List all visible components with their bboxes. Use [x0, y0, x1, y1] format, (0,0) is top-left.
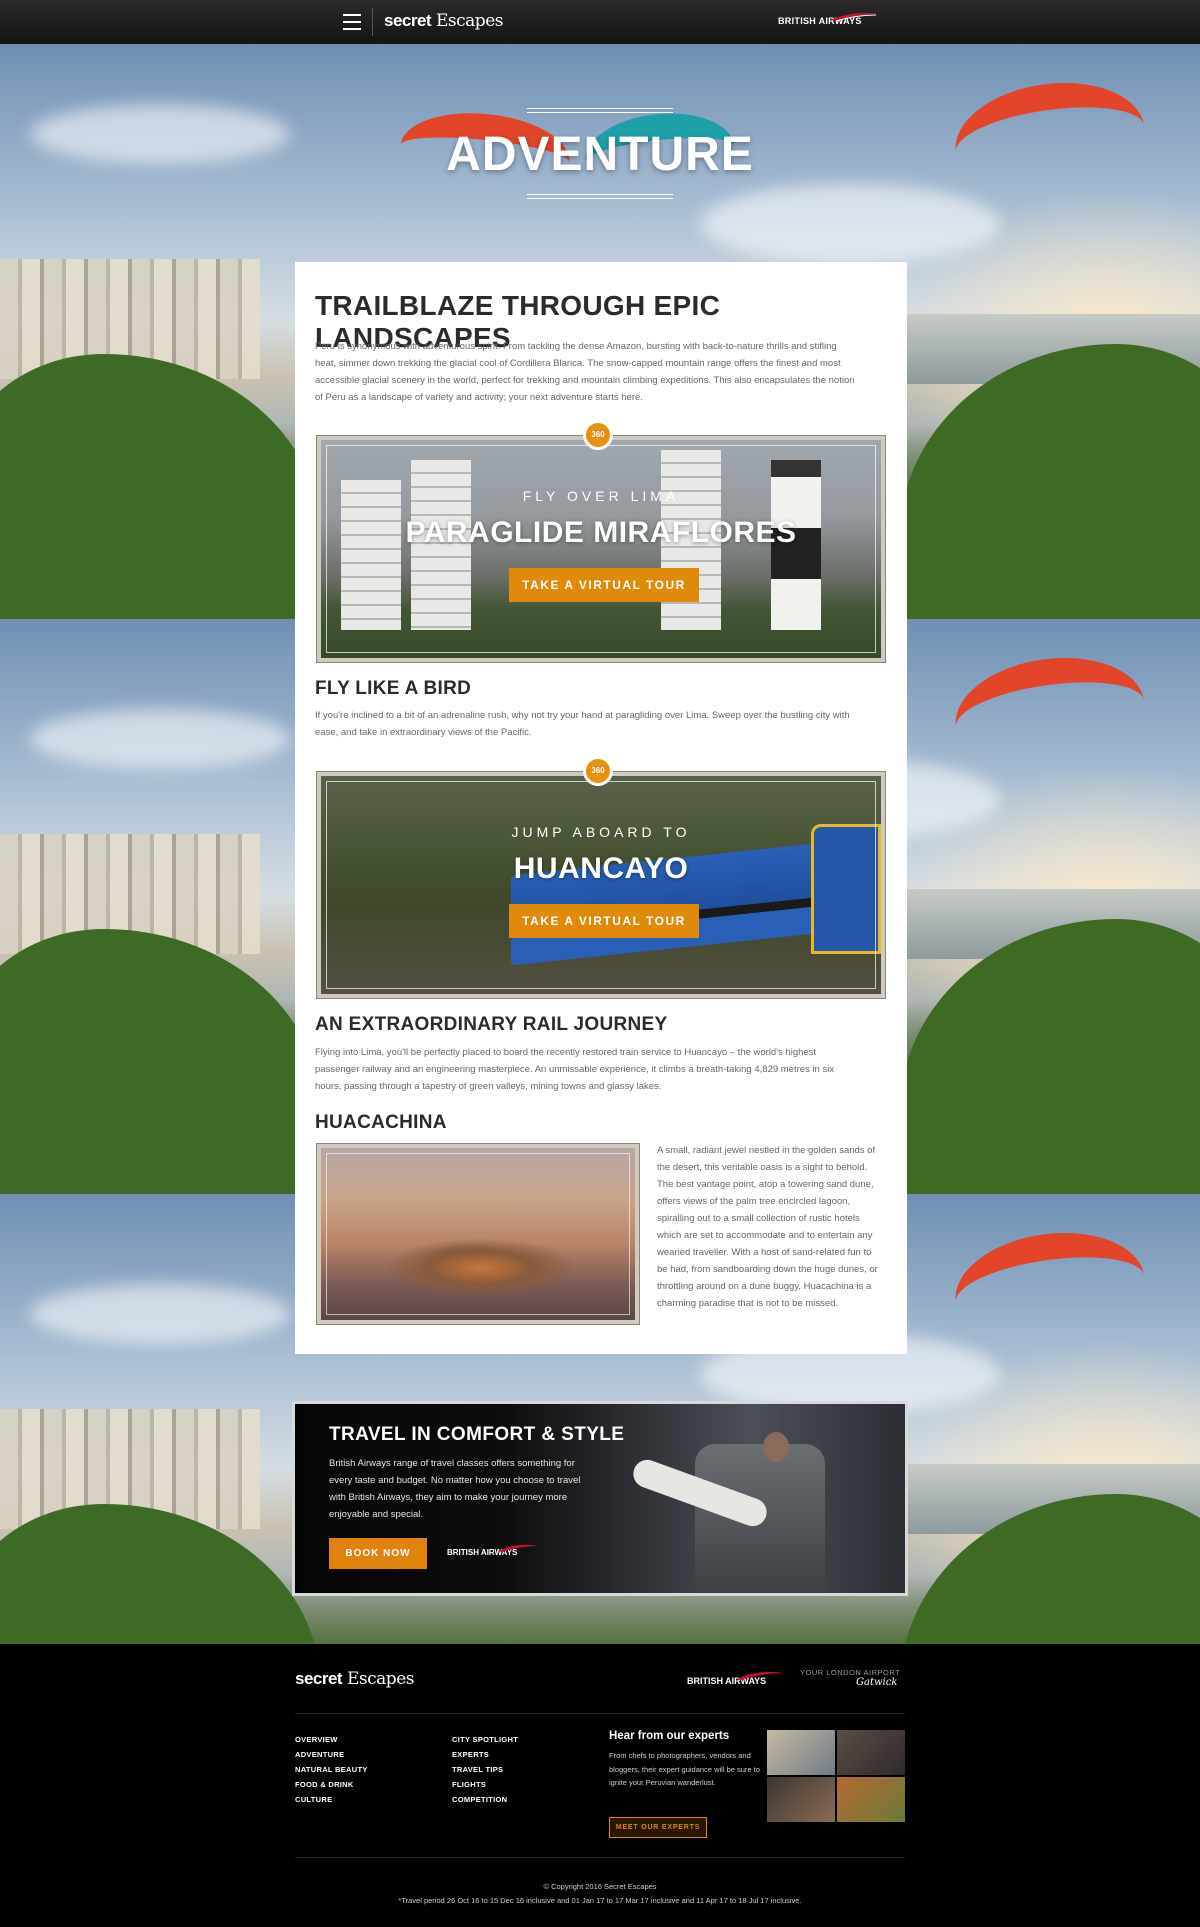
meet-experts-button[interactable]: MEET OUR EXPERTS [609, 1817, 707, 1838]
logo-bold-text: secret [384, 11, 432, 30]
virtual-tour-button[interactable]: TAKE A VIRTUAL TOUR [509, 904, 699, 938]
360-icon: 360 [583, 756, 613, 786]
gatwick-tagline: YOUR LONDON AIRPORT [800, 1668, 901, 1677]
footer-secret-escapes-logo[interactable]: secret Escapes [295, 1669, 414, 1689]
footer-link[interactable]: ADVENTURE [295, 1747, 368, 1762]
comfort-heading: TRAVEL IN COMFORT & STYLE [329, 1424, 625, 1445]
section-text-fly: If you're inclined to a bit of an adrena… [315, 710, 850, 738]
ba-speedmarque-icon [736, 1671, 784, 1680]
expert-photo [766, 1776, 836, 1823]
section-heading-fly: FLY LIKE A BIRD [315, 678, 472, 699]
experts-heading: Hear from our experts [609, 1730, 730, 1742]
passenger-head [763, 1432, 789, 1462]
tour-card-paraglide[interactable]: FLY OVER LIMA PARAGLIDE MIRAFLORES TAKE … [316, 435, 886, 663]
comfort-banner: TRAVEL IN COMFORT & STYLE British Airway… [292, 1401, 908, 1596]
logo-script-text: Escapes [347, 1669, 414, 1689]
footer-link[interactable]: OVERVIEW [295, 1732, 368, 1747]
footer-link[interactable]: CITY SPOTLIGHT [452, 1732, 518, 1747]
section-text-rail: Flying into Lima, you'll be perfectly pl… [315, 1047, 835, 1092]
expert-photo [836, 1776, 906, 1823]
hero-rule-top [527, 108, 673, 113]
footer-link[interactable]: FOOD & DRINK [295, 1777, 368, 1792]
section-text-huacachina: A small, radiant jewel nestled in the go… [657, 1145, 878, 1309]
book-now-button[interactable]: BOOK NOW [329, 1538, 427, 1569]
page-title: ADVENTURE [446, 128, 754, 181]
top-nav-bar: secret Escapes BRITISH AIRWAYS [0, 0, 1200, 44]
travel-period-text: *Travel period 26 Oct 16 to 15 Dec 16 in… [398, 1896, 802, 1905]
footer-link[interactable]: TRAVEL TIPS [452, 1762, 518, 1777]
expert-photo [766, 1729, 836, 1776]
tour-title: HUANCAYO [513, 852, 689, 885]
footer-link[interactable]: COMPETITION [452, 1792, 518, 1807]
logo-bold-text: secret [295, 1669, 343, 1688]
footer-nav-right: CITY SPOTLIGHT EXPERTS TRAVEL TIPS FLIGH… [452, 1732, 518, 1807]
footer-legal: © Copyright 2016 Secret Escapes *Travel … [0, 1880, 1200, 1908]
footer-link[interactable]: NATURAL BEAUTY [295, 1762, 368, 1777]
nav-divider [372, 8, 373, 36]
experts-photo-grid[interactable] [766, 1729, 906, 1823]
content-card: TRAILBLAZE THROUGH EPIC LANDSCAPES Peru … [295, 262, 907, 1354]
footer: secret Escapes BRITISH AIRWAYS YOUR LOND… [0, 1645, 1200, 1927]
section-heading-rail: AN EXTRAORDINARY RAIL JOURNEY [315, 1014, 668, 1035]
footer-link[interactable]: FLIGHTS [452, 1777, 518, 1792]
tour-eyebrow: JUMP ABOARD TO [511, 824, 691, 840]
secret-escapes-logo[interactable]: secret Escapes [384, 11, 503, 31]
experts-text: From chefs to photographers, vendors and… [609, 1751, 760, 1787]
hero-rule-bottom [527, 194, 673, 199]
section-heading-huacachina: HUACACHINA [315, 1112, 447, 1133]
footer-link[interactable]: CULTURE [295, 1792, 368, 1807]
logo-script-text: Escapes [436, 11, 503, 31]
360-icon: 360 [583, 420, 613, 450]
footer-divider [295, 1713, 905, 1714]
hero-title-block: ADVENTURE [0, 108, 1200, 199]
ba-speedmarque-icon [498, 1544, 538, 1552]
gatwick-logo[interactable]: Gatwick [856, 1677, 897, 1688]
copyright-text: © Copyright 2016 Secret Escapes [543, 1882, 657, 1891]
expert-photo [836, 1729, 906, 1776]
menu-icon[interactable] [343, 14, 361, 30]
comfort-text: British Airways range of travel classes … [329, 1458, 581, 1520]
tour-eyebrow: FLY OVER LIMA [522, 488, 680, 504]
virtual-tour-button[interactable]: TAKE A VIRTUAL TOUR [509, 568, 699, 602]
ba-speedmarque-icon [830, 12, 878, 22]
tour-card-huancayo[interactable]: JUMP ABOARD TO HUANCAYO TAKE A VIRTUAL T… [316, 771, 886, 999]
footer-nav-left: OVERVIEW ADVENTURE NATURAL BEAUTY FOOD &… [295, 1732, 368, 1807]
footer-divider [295, 1857, 905, 1858]
footer-link[interactable]: EXPERTS [452, 1747, 518, 1762]
tour-title: PARAGLIDE MIRAFLORES [405, 516, 797, 549]
intro-text: Peru is synonymous with adventurous spir… [315, 341, 855, 403]
huacachina-photo [316, 1143, 640, 1325]
